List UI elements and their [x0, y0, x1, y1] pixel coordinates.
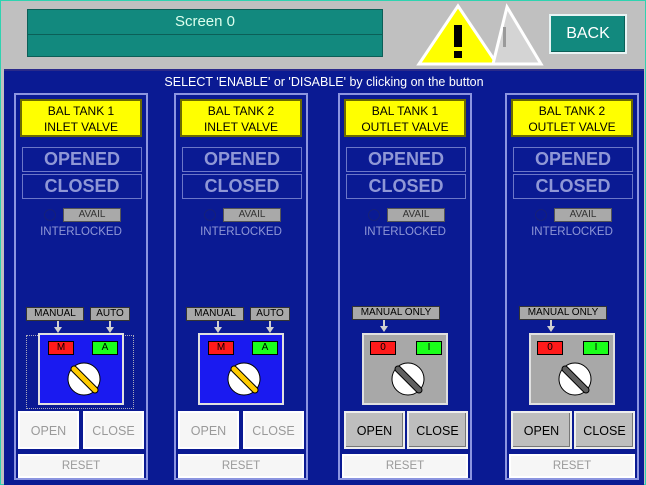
open-button[interactable]: OPEN [18, 411, 79, 449]
selector-knob-icon [558, 362, 592, 396]
auto-indicator: A [92, 341, 118, 355]
interlocked-label: INTERLOCKED [200, 226, 282, 238]
mode-selector-switch[interactable]: 0 I [362, 333, 448, 405]
close-button[interactable]: CLOSE [407, 411, 468, 449]
close-button[interactable]: CLOSE [243, 411, 304, 449]
interlocked-label: INTERLOCKED [40, 226, 122, 238]
valve-title-line1: BAL TANK 2 [538, 104, 606, 118]
valve-panel-bal-tank-2-inlet: BAL TANK 2 INLET VALVE OPENED CLOSED AVA… [174, 93, 308, 480]
closed-indicator: CLOSED [22, 174, 142, 199]
manual-only-label: MANUAL ONLY [519, 306, 607, 320]
close-button[interactable]: CLOSE [574, 411, 635, 449]
avail-label: AVAIL [554, 208, 612, 222]
screen-title-box: Screen 0 [27, 9, 383, 57]
manual-indicator: M [208, 341, 234, 355]
warning-inactive-icon [491, 3, 544, 66]
instruction-text: SELECT 'ENABLE' or 'DISABLE' by clicking… [164, 75, 484, 89]
opened-indicator: OPENED [346, 147, 466, 172]
open-button[interactable]: OPEN [344, 411, 405, 449]
manual-only-label: MANUAL ONLY [352, 306, 440, 320]
auto-indicator: A [252, 341, 278, 355]
avail-led-icon [44, 209, 56, 221]
manual-label: MANUAL [26, 307, 84, 321]
manual-indicator: M [48, 341, 74, 355]
reset-button[interactable]: RESET [342, 454, 468, 478]
screen-title: Screen 0 [28, 10, 382, 35]
avail-led-icon [204, 209, 216, 221]
interlocked-label: INTERLOCKED [364, 226, 446, 238]
closed-indicator: CLOSED [346, 174, 466, 199]
selector-knob-icon [67, 362, 101, 396]
valve-control-area: SELECT 'ENABLE' or 'DISABLE' by clicking… [4, 69, 644, 485]
avail-label: AVAIL [63, 208, 121, 222]
opened-indicator: OPENED [22, 147, 142, 172]
open-button[interactable]: OPEN [511, 411, 572, 449]
reset-button[interactable]: RESET [18, 454, 144, 478]
off-indicator: 0 [537, 341, 563, 355]
valve-title-line1: BAL TANK 1 [47, 104, 115, 118]
valve-title-line2: INLET VALVE [43, 120, 119, 134]
arrow-down-icon [380, 326, 388, 332]
window-frame: Screen 0 BACK SELECT 'ENABLE' or 'DISABL… [0, 0, 646, 485]
opened-indicator: OPENED [513, 147, 633, 172]
close-button[interactable]: CLOSE [83, 411, 144, 449]
auto-label: AUTO [90, 307, 130, 321]
on-indicator: I [416, 341, 442, 355]
mode-selector-switch[interactable]: 0 I [529, 333, 615, 405]
back-button[interactable]: BACK [549, 14, 627, 54]
valve-title-line2: OUTLET VALVE [528, 120, 616, 134]
valve-panel-bal-tank-1-inlet: BAL TANK 1 INLET VALVE OPENED CLOSED AVA… [14, 93, 148, 480]
reset-button[interactable]: RESET [509, 454, 635, 478]
off-indicator: 0 [370, 341, 396, 355]
valve-title: BAL TANK 1 INLET VALVE [20, 99, 142, 137]
arrow-down-icon [547, 326, 555, 332]
interlocked-label: INTERLOCKED [531, 226, 613, 238]
open-button[interactable]: OPEN [178, 411, 239, 449]
avail-label: AVAIL [387, 208, 445, 222]
valve-title-line2: OUTLET VALVE [361, 120, 449, 134]
reset-button[interactable]: RESET [178, 454, 304, 478]
valve-panel-bal-tank-2-outlet: BAL TANK 2 OUTLET VALVE OPENED CLOSED AV… [505, 93, 639, 480]
valve-title-line1: BAL TANK 1 [371, 104, 439, 118]
valve-title: BAL TANK 1 OUTLET VALVE [344, 99, 466, 137]
manual-label: MANUAL [186, 307, 244, 321]
auto-label: AUTO [250, 307, 290, 321]
mode-selector-switch[interactable]: M A [38, 333, 124, 405]
opened-indicator: OPENED [182, 147, 302, 172]
valve-title: BAL TANK 2 INLET VALVE [180, 99, 302, 137]
closed-indicator: CLOSED [513, 174, 633, 199]
valve-title-line2: INLET VALVE [203, 120, 279, 134]
on-indicator: I [583, 341, 609, 355]
avail-led-icon [535, 209, 547, 221]
selector-knob-icon [391, 362, 425, 396]
mode-selector-switch[interactable]: M A [198, 333, 284, 405]
avail-label: AVAIL [223, 208, 281, 222]
valve-title: BAL TANK 2 OUTLET VALVE [511, 99, 633, 137]
selector-knob-icon [227, 362, 261, 396]
closed-indicator: CLOSED [182, 174, 302, 199]
valve-title-line1: BAL TANK 2 [207, 104, 275, 118]
valve-panel-bal-tank-1-outlet: BAL TANK 1 OUTLET VALVE OPENED CLOSED AV… [338, 93, 472, 480]
avail-led-icon [368, 209, 380, 221]
